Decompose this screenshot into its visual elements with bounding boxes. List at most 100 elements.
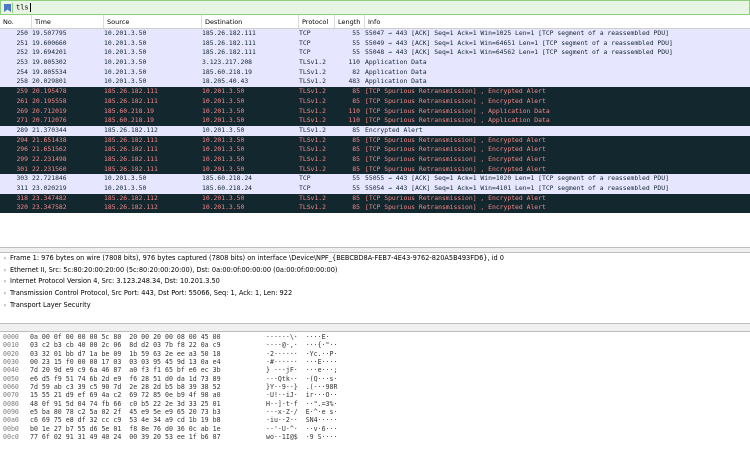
byte-offset[interactable]: 0010 [0,341,30,349]
packet-row[interactable]: 251 19.600660 10.201.3.50 185.26.182.111 TCP… [0,38,750,49]
detail-tree-item[interactable]: › Transmission Control Protocol, Src Port… [0,288,750,300]
byte-offset[interactable]: 0060 [0,383,30,391]
detail-tree-item[interactable]: › Internet Protocol Version 4, Src: 3.123… [0,276,750,288]
byte-ascii[interactable]: H··]·t·f ··".=3%· [266,400,337,408]
expand-arrow-icon[interactable]: › [0,253,10,265]
packet-cell-time: 19.805534 [32,67,67,76]
byte-ascii[interactable]: ·iu··2·· SN4····· [266,416,337,424]
packet-cell-src: 10.201.3.50 [104,77,147,86]
expand-arrow-icon[interactable]: › [0,276,10,288]
byte-offset[interactable]: 00c0 [0,433,30,441]
byte-offset[interactable]: 0000 [0,333,30,341]
detail-tree-item[interactable]: › Frame 1: 976 bytes on wire (7808 bits),… [0,253,750,265]
packet-cell-no: 252 [16,48,28,57]
byte-offset[interactable]: 0040 [0,366,30,374]
byte-offset[interactable]: 0030 [0,358,30,366]
column-header-destination[interactable]: Destination [202,15,299,28]
byte-ascii[interactable]: ·U!··iJ· ir···O·· [266,391,337,399]
display-filter-bar[interactable]: tls [0,0,750,15]
byte-hex[interactable]: 7d 59 ab c3 39 c5 90 7d 2e 28 2d b5 b8 3… [30,383,266,391]
column-header-no[interactable]: No. [0,15,32,28]
packet-cell-src: 185.26.182.112 [104,203,158,212]
column-header-info[interactable]: Info [365,15,750,28]
packet-row[interactable]: 311 23.020219 10.201.3.50 185.60.218.24 TCP 5… [0,184,750,194]
packet-row[interactable]: 261 20.195558 185.26.182.111 10.201.3.50 TLS… [0,96,750,107]
packet-row[interactable]: 301 22.231560 185.26.182.111 10.201.3.50 TLS… [0,164,750,175]
byte-ascii[interactable]: ····@·,· ···{·"·· [266,341,337,349]
packet-details-pane[interactable]: › Frame 1: 976 bytes on wire (7808 bits),… [0,253,750,323]
packet-row[interactable]: 289 21.370344 185.26.182.112 10.201.3.50 TLS… [0,125,750,136]
packet-row[interactable]: 296 21.651562 185.26.182.111 10.201.3.50 TLS… [0,145,750,155]
byte-offset[interactable]: 00b0 [0,425,30,433]
packet-row[interactable]: 271 20.712076 185.60.218.19 10.201.3.50 TLSv… [0,116,750,126]
packet-row[interactable]: 258 20.029801 10.201.3.50 18.205.40.43 TLSv1… [0,77,750,88]
packet-bytes-pane[interactable]: 0000 0a 00 0f 00 00 00 5c 80 20 00 20 00 … [0,333,750,467]
byte-hex[interactable]: e5 ba 80 78 c2 5a 02 2f 45 e9 5e e9 65 2… [30,408,266,416]
byte-hex[interactable]: 0a 00 0f 00 00 00 5c 80 20 00 20 00 08 0… [30,333,266,341]
byte-ascii[interactable]: wo··1I@$ ·9 S···· [266,433,337,441]
packet-cell-src: 185.60.218.19 [104,106,155,115]
byte-hex[interactable]: c6 69 75 e8 df 32 cc c9 53 4e 34 a9 cd 1… [30,416,266,424]
packet-row[interactable]: 320 23.347582 185.26.182.112 10.201.3.50 TLS… [0,203,750,214]
expand-arrow-icon[interactable]: › [0,288,10,300]
packet-cell-dst: 10.201.3.50 [202,145,245,154]
byte-ascii[interactable]: ··'·U·^· ··v·6··· [266,425,337,433]
column-header-source[interactable]: Source [104,15,202,28]
byte-ascii[interactable]: ·#······ ···E···· [266,358,337,366]
detail-label: Transmission Control Protocol, Src Port:… [10,289,293,298]
byte-offset[interactable]: 00a0 [0,416,30,424]
byte-hex[interactable]: 7d 20 9d e9 c9 6a 46 87 a0 f3 f1 65 bf e… [30,366,266,374]
bookmark-icon[interactable] [3,2,13,13]
bytes-row: 0070 15 55 21 d9 ef 69 4a c2 69 72 85 0e … [0,391,750,399]
byte-offset[interactable]: 0050 [0,375,30,383]
expand-arrow-icon[interactable]: › [0,300,10,312]
packet-cell-time: 20.195478 [32,87,67,96]
packet-row[interactable]: 299 22.231498 185.26.182.111 10.201.3.50 TLS… [0,154,750,165]
byte-hex[interactable]: 77 6f 02 91 31 49 40 24 00 39 20 53 ee 1… [30,433,266,441]
packet-list[interactable]: 250 19.507795 10.201.3.50 185.26.182.111 TCP… [0,29,750,247]
packet-cell-time: 23.347582 [32,203,67,212]
packet-cell-dst: 10.201.3.50 [202,96,245,105]
byte-offset[interactable]: 0080 [0,400,30,408]
packet-cell-len: 55 [352,174,360,183]
packet-row[interactable]: 303 22.721846 10.201.3.50 185.60.218.24 TCP 5… [0,174,750,184]
byte-offset[interactable]: 0090 [0,408,30,416]
packet-row[interactable]: 318 23.347482 185.26.182.112 10.201.3.50 TLS… [0,193,750,204]
byte-ascii[interactable]: }Y··9··} .(-··98R [266,383,337,391]
packet-cell-proto: TLSv1.2 [299,106,326,115]
detail-tree-item[interactable]: › Transport Layer Security [0,300,750,312]
byte-hex[interactable]: 15 55 21 d9 ef 69 4a c2 69 72 85 0e b9 4… [30,391,266,399]
byte-offset[interactable]: 0020 [0,350,30,358]
packet-cell-time: 20.712076 [32,116,67,125]
display-filter-input[interactable]: tls [16,3,31,12]
byte-offset[interactable]: 0070 [0,391,30,399]
byte-ascii[interactable]: } ···jF· ···e···; [266,366,337,374]
pane-splitter[interactable] [0,323,750,332]
byte-hex[interactable]: e6 d5 f9 51 74 6b 2d e9 f6 28 51 d0 da 1… [30,375,266,383]
packet-row[interactable]: 294 21.651438 185.26.182.111 10.201.3.50 TLS… [0,135,750,146]
packet-cell-src: 185.26.182.112 [104,125,158,134]
detail-label: Frame 1: 976 bytes on wire (7808 bits), … [10,254,504,262]
column-header-time[interactable]: Time [32,15,104,28]
packet-cell-proto: TLSv1.2 [299,77,326,86]
column-header-protocol[interactable]: Protocol [299,15,335,28]
byte-hex[interactable]: 48 0f 91 5d 04 74 fb 66 c0 b5 22 2e 3d 3… [30,400,266,408]
packet-row[interactable]: 252 19.694201 10.201.3.50 185.26.182.111 TCP… [0,48,750,59]
column-header-length[interactable]: Length [335,15,365,28]
detail-tree-item[interactable]: › Ethernet II, Src: 5c:80:20:00:20:00 (5c… [0,265,750,277]
byte-hex[interactable]: 00 23 15 f0 00 00 17 03 03 03 95 45 9d 1… [30,358,266,366]
packet-row[interactable]: 250 19.507795 10.201.3.50 185.26.182.111 TCP… [0,29,750,39]
packet-row[interactable]: 259 20.195478 185.26.182.111 10.201.3.50 TLS… [0,87,750,97]
byte-hex[interactable]: 03 c2 b3 cb 40 00 2c 06 8d d2 03 7b f8 2… [30,341,266,349]
byte-ascii[interactable]: ·2······ ·Yc.··P· [266,350,337,358]
byte-hex[interactable]: b0 1e 27 b7 55 d6 5e 01 f8 8e 76 d0 36 0… [30,425,266,433]
byte-ascii[interactable]: ······\· ····E· [266,333,330,341]
packet-row[interactable]: 254 19.805534 10.201.3.50 185.60.218.19 TLSv… [0,67,750,78]
packet-cell-src: 185.26.182.111 [104,135,158,144]
packet-row[interactable]: 269 20.712019 185.60.218.19 10.201.3.50 TLSv… [0,106,750,117]
byte-ascii[interactable]: ···Qtk-· ·(Q···s· [266,375,337,383]
byte-hex[interactable]: 03 32 01 bb d7 1a be 09 1b 59 63 2e ee a… [30,350,266,358]
packet-row[interactable]: 253 19.805302 10.201.3.50 3.123.217.208 TLSv… [0,58,750,68]
byte-ascii[interactable]: ···x·Z·/ E·^·e s· [266,408,337,416]
expand-arrow-icon[interactable]: › [0,265,10,277]
